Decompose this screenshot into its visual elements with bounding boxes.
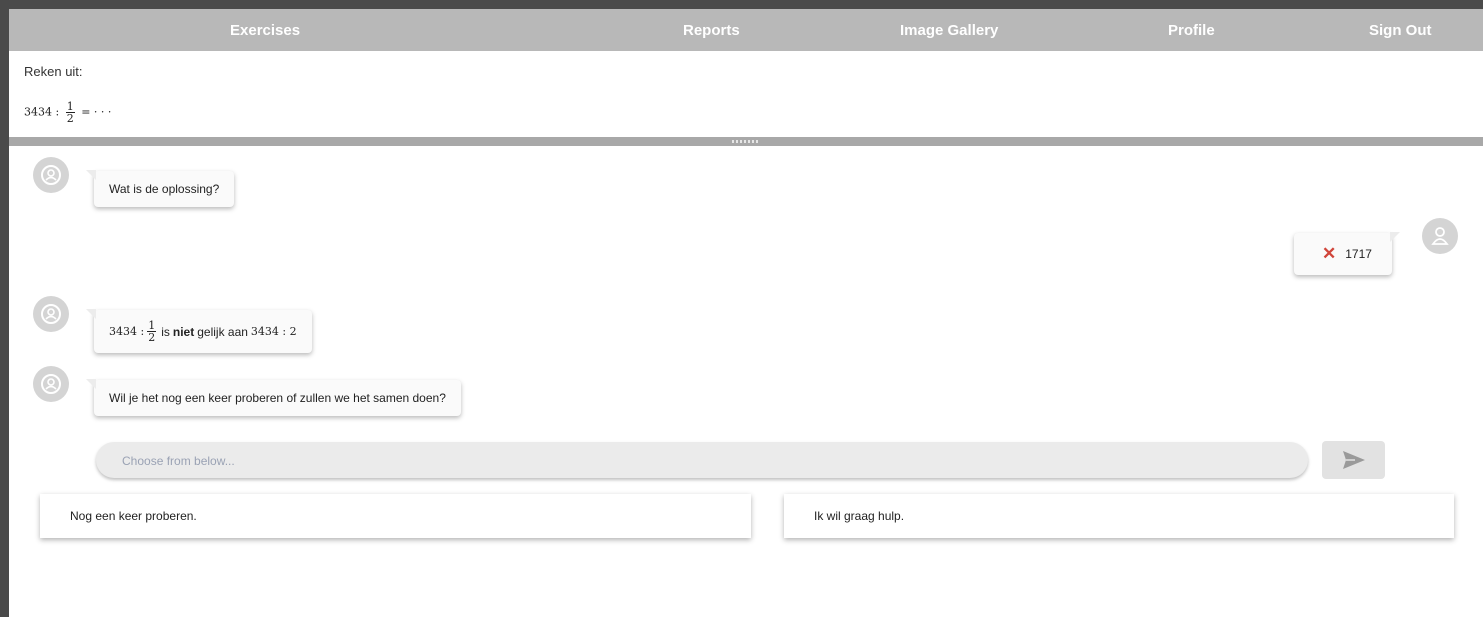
expression-left: 3434 : — [24, 105, 60, 119]
nav-profile[interactable]: Profile — [1168, 22, 1215, 39]
feedback-text-rest: gelijk aan — [197, 324, 248, 339]
tutor-message: Wat is de oplossing? — [86, 170, 235, 207]
nav-exercises[interactable]: Exercises — [230, 22, 300, 39]
fraction-denominator: 2 — [147, 331, 157, 344]
top-nav: Exercises Reports Image Gallery Profile … — [9, 9, 1483, 51]
nav-reports[interactable]: Reports — [683, 22, 740, 39]
feedback-text-is: is — [161, 324, 170, 339]
window-frame-top — [0, 0, 1483, 9]
nav-sign-out[interactable]: Sign Out — [1369, 22, 1432, 39]
exercise-expression: 3434 : 1 2 = · · · — [24, 101, 111, 124]
nav-image-gallery[interactable]: Image Gallery — [900, 22, 998, 39]
exercise-prompt: Reken uit: — [24, 64, 83, 79]
tutor-message-text: Wil je het nog een keer proberen of zull… — [109, 391, 446, 405]
feedback-text-niet: niet — [172, 324, 195, 339]
window-frame-left — [0, 0, 9, 617]
fraction-denominator: 2 — [65, 112, 75, 125]
option-get-help[interactable]: Ik wil graag hulp. — [784, 494, 1454, 538]
feedback-fraction: 1 2 — [147, 319, 157, 344]
expression-fraction: 1 2 — [65, 100, 75, 125]
user-answer-bubble: ✕ 1717 — [1294, 232, 1400, 275]
user-avatar-icon — [1422, 218, 1458, 254]
option-label: Nog een keer proberen. — [70, 509, 197, 523]
tutor-message: Wil je het nog een keer proberen of zull… — [86, 379, 461, 416]
panel-splitter[interactable] — [9, 137, 1483, 146]
tutor-message: 3434 : 1 2 is niet gelijk aan 3434 : 2 — [86, 309, 312, 353]
send-icon — [1342, 451, 1365, 469]
option-try-again[interactable]: Nog een keer proberen. — [40, 494, 751, 538]
option-label: Ik wil graag hulp. — [814, 509, 905, 523]
tutor-avatar-icon — [33, 296, 69, 332]
chat-input-box[interactable] — [96, 442, 1308, 478]
send-button[interactable] — [1322, 441, 1385, 479]
splitter-grip[interactable] — [732, 140, 760, 143]
expression-right: = · · · — [81, 105, 112, 119]
feedback-math-left: 3434 : — [109, 325, 145, 338]
exercise-panel: Reken uit: 3434 : 1 2 = · · · — [9, 51, 1483, 137]
tutor-avatar-icon — [33, 157, 69, 193]
x-icon: ✕ — [1322, 244, 1337, 263]
fraction-numerator: 1 — [148, 319, 156, 332]
tutor-message-text: Wat is de oplossing? — [109, 182, 220, 196]
feedback-math-right: 3434 : 2 — [250, 325, 297, 338]
user-answer-text: 1717 — [1345, 247, 1372, 261]
chat-input[interactable] — [120, 451, 1274, 471]
tutor-avatar-icon — [33, 366, 69, 402]
fraction-numerator: 1 — [66, 100, 74, 113]
